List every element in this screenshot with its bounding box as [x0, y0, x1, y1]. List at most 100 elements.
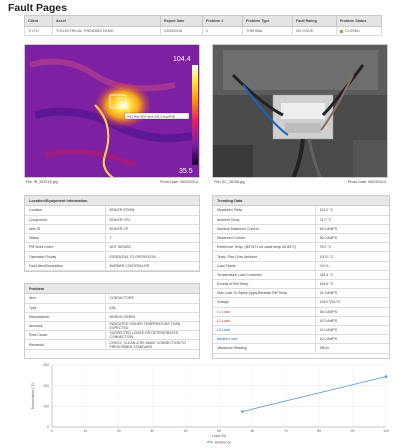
problem-value: CHECK, CLEAN & RE-MAKE CONNECTION TO PRE…: [105, 339, 199, 350]
trending-row: Ambient Temp. 21.0 °C: [213, 215, 389, 225]
x-tick-label: 60: [250, 429, 254, 433]
trending-value: 10.0 AMPS: [315, 334, 389, 345]
trending-row: Temperature Load Corrected 244.4 °C: [213, 270, 389, 281]
location-value: BOILER ROOM: [105, 206, 199, 216]
location-row: Component BOILER CP2: [25, 215, 199, 225]
problem-row: Remedial CHECK, CLEAN & RE-MAKE CONNECTIO…: [25, 339, 199, 350]
location-value: NOT ISSUED: [105, 242, 199, 253]
problem-type-value: THERMAL: [242, 26, 293, 36]
trending-value: 41.0 AMPS: [315, 325, 389, 336]
trending-value: 24.3 AMPS: [315, 288, 389, 299]
trending-row: Measured Temp. 121.0 °C: [213, 206, 389, 216]
problem-panel: Problem Item CONTACTORS Type 63A Manufacture…: [24, 283, 200, 359]
page-title: Fault Pages: [8, 2, 67, 14]
y-tick-label: 300: [43, 363, 49, 367]
location-value: T: [105, 233, 199, 244]
trending-row: Neutral Load 10.0 AMPS: [213, 334, 389, 345]
location-value: ESSENTIAL TO OPERATION: [105, 251, 199, 262]
status-indicator: [340, 29, 343, 33]
visual-image[interactable]: [212, 44, 388, 178]
trending-panel: Trending Data Measured Temp. 121.0 °C Ambi…: [212, 195, 390, 359]
visual-caption: File: DC_28158.jpg Photo Date: 08/03/201…: [212, 179, 388, 187]
location-value: BOILER CP2: [105, 215, 199, 225]
problem-value: MERLIN GERIN: [105, 312, 199, 323]
client-value: TI LTD: [24, 26, 53, 36]
problem-key: Manufacturer: [25, 312, 106, 323]
y-tick-label: 100: [43, 405, 49, 409]
trending-key: L1 Load: [213, 307, 316, 317]
trending-key: L2 Load: [213, 316, 316, 326]
trending-row: Max Load To Safely Apply Beneath Ref Tem…: [213, 288, 389, 299]
thermal-caption: File: IR_28157A.jpg Photo Date: 08/03/20…: [24, 179, 200, 187]
trending-value: 42.0 AMPS: [315, 316, 389, 326]
x-tick-label: 30: [150, 429, 154, 433]
trending-row: Ultrasonic Reading DBUV: [213, 343, 389, 354]
location-value: BOILER CP: [105, 224, 199, 235]
status-value: CLOSED: [345, 29, 360, 33]
location-panel-title: Location/Equipment Information: [25, 196, 199, 206]
trending-value: 36.0 AMPS: [315, 233, 389, 244]
location-key: Location: [25, 206, 106, 216]
trending-row: Voltage 415.0 VOLTS: [213, 297, 389, 308]
trending-row: L1 Load 36.0 AMPS: [213, 307, 389, 317]
trending-value: 100.0 °C: [315, 251, 389, 262]
problem-key: Remedial: [25, 339, 106, 350]
problem-key: Anomaly: [25, 321, 106, 332]
location-panel: Location/Equipment Information Location B…: [24, 195, 200, 272]
trending-key: Nominal Maximum Current: [213, 224, 316, 235]
thermal-image[interactable]: HS1 HS1 Max 95.8 (cent 103.3 avg 84.8) 1…: [24, 44, 200, 178]
trending-key: L3 Load: [213, 325, 316, 336]
problem-value: INDICATED HIGHER TEMPERATURE THAN EXPECT…: [105, 321, 199, 332]
location-row: Item ID BOILER CP: [25, 224, 199, 235]
location-key: Item ID: [25, 224, 106, 235]
problem-no-value: 2: [202, 26, 243, 36]
trending-value: 21.0 °C: [315, 215, 389, 225]
trending-row: Measured Current 36.0 AMPS: [213, 233, 389, 244]
svg-text:HS1: HS1: [116, 96, 122, 100]
trending-table: Measured Temp. 121.0 °C Ambient Temp. 21.0 …: [213, 206, 389, 354]
trending-key: Temp. Rise Over Ambient: [213, 251, 316, 262]
visual-date: Photo Date: 08/03/2014: [348, 180, 386, 184]
location-value: BURNER CONTROLLER: [105, 261, 199, 271]
temperature-load-chart: 0 100 200 300 0 10 20 30 40 50 60 70 80 90 100 Load (%)…: [24, 361, 390, 445]
legend-label: Reference: [215, 440, 231, 444]
problem-key: Root Cause: [25, 330, 106, 341]
report-header-table: Client Asset Report Date Problem # Probl…: [24, 15, 382, 36]
problem-value: SUSPECTED LOOSE OR DETERIORATED CONNECTI…: [105, 330, 199, 341]
problem-row: Anomaly INDICATED HIGHER TEMPERATURE THAN…: [25, 321, 199, 332]
trending-key: Neutral Load: [213, 334, 316, 345]
trending-key: Reference Temp. (BS7671 ref cable temp 6…: [213, 242, 316, 253]
trending-key: Measured Temp.: [213, 206, 316, 216]
location-key: Fault Item/Description: [25, 261, 106, 271]
location-row: Location BOILER ROOM: [25, 206, 199, 216]
trending-row: Reference Temp. (BS7671 ref cable temp 6…: [213, 242, 389, 253]
location-row: Status T: [25, 233, 199, 244]
col-asset: Asset: [52, 15, 161, 27]
trending-value: 244.4 °C: [315, 270, 389, 281]
problem-value: 63A: [105, 303, 199, 313]
x-tick-label: 70: [284, 429, 288, 433]
trending-row: Load Factor 0.6 %: [213, 261, 389, 271]
x-tick-label: 20: [117, 429, 121, 433]
location-key: PM Work Order: [25, 242, 106, 253]
fault-rating-value: NO ISSUE: [292, 26, 337, 36]
col-client: Client: [24, 15, 53, 27]
scale-max: 104.4: [173, 56, 191, 63]
trending-value: 36.0 AMPS: [315, 307, 389, 317]
trending-key: Voltage: [213, 297, 316, 308]
problem-row: Item CONTACTORS: [25, 294, 199, 304]
problem-value: CONTACTORS: [105, 294, 199, 304]
problem-key: Type: [25, 303, 106, 313]
trending-value: 169.9 °C: [315, 279, 389, 290]
trending-key: Ambient Temp.: [213, 215, 316, 225]
x-tick-label: 10: [83, 429, 87, 433]
trending-row: L3 Load 41.0 AMPS: [213, 325, 389, 336]
report-date-value: 23/03/2018: [160, 26, 203, 36]
trending-key: Ultrasonic Reading: [213, 343, 316, 354]
x-tick-label: 50: [217, 429, 221, 433]
thermal-date: Photo Date: 08/03/2014: [160, 180, 198, 184]
series-point: [241, 410, 244, 413]
x-tick-label: 80: [317, 429, 321, 433]
scale-min: 35.5: [179, 168, 193, 175]
y-tick-label: 0: [47, 425, 49, 429]
